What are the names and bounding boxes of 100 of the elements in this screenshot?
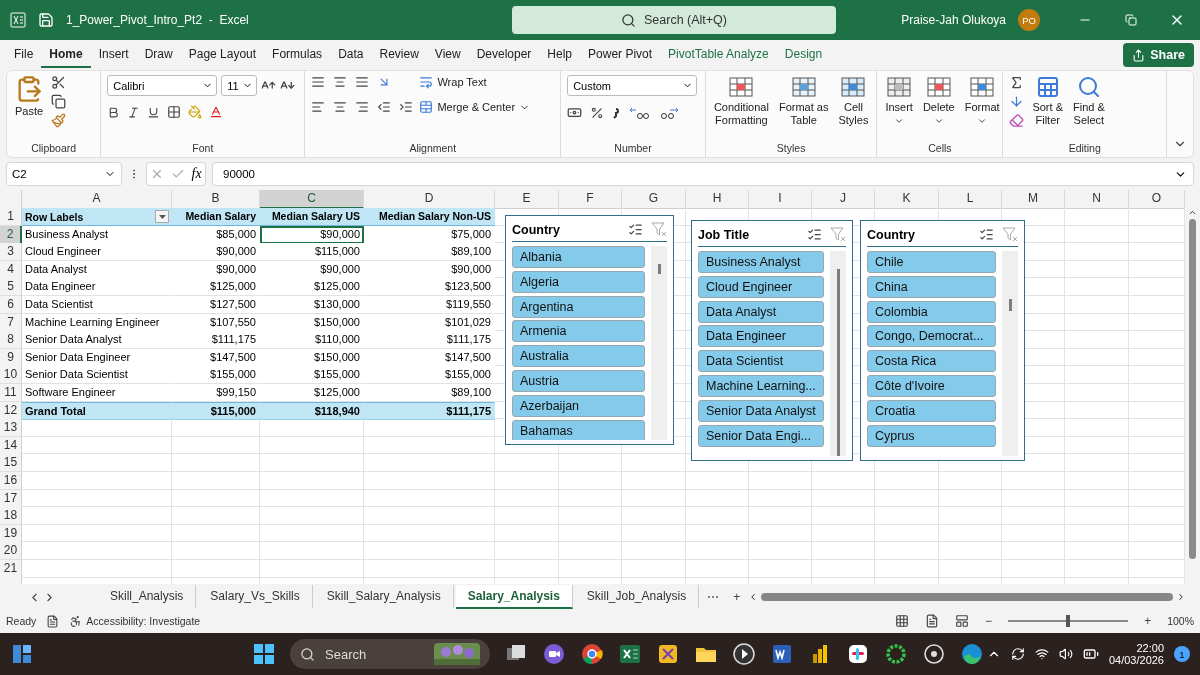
menu-tab[interactable]: PivotTable Analyze bbox=[660, 42, 777, 68]
menu-tab[interactable]: Formulas bbox=[264, 42, 331, 68]
borders-icon[interactable] bbox=[167, 105, 182, 119]
table-cell[interactable]: $155,000 bbox=[364, 366, 495, 385]
table-cell[interactable]: $89,100 bbox=[364, 243, 495, 262]
formula-field[interactable]: 90000 bbox=[212, 162, 1194, 186]
chat-app-icon[interactable] bbox=[846, 642, 870, 666]
merge-center-button[interactable]: Merge & Center bbox=[419, 100, 531, 114]
video-call-icon[interactable] bbox=[542, 642, 566, 666]
sheet-tab[interactable]: Salary_Vs_Skills bbox=[198, 585, 313, 609]
slicer-item[interactable]: Bahamas bbox=[512, 419, 645, 440]
align-bottom-icon[interactable] bbox=[355, 75, 370, 89]
slicer-item[interactable]: Australia bbox=[512, 345, 645, 368]
multi-select-icon[interactable] bbox=[628, 222, 643, 237]
browser-icon[interactable] bbox=[580, 642, 604, 666]
percent-icon[interactable] bbox=[590, 105, 605, 120]
table-cell[interactable]: $90,000 bbox=[172, 243, 260, 262]
sheet-tab[interactable]: Skill_Salary_Analysis bbox=[314, 585, 454, 609]
row-header[interactable]: 20 bbox=[0, 542, 22, 561]
battery-icon[interactable] bbox=[1082, 646, 1099, 662]
cells-button[interactable]: Delete bbox=[920, 75, 957, 126]
table-cell[interactable]: $123,500 bbox=[364, 278, 495, 297]
font-name-field[interactable]: Calibri bbox=[107, 75, 218, 96]
save-icon[interactable] bbox=[38, 12, 54, 28]
menu-tab[interactable]: Help bbox=[539, 42, 581, 68]
bold-icon[interactable] bbox=[107, 105, 121, 119]
wifi-icon[interactable] bbox=[1034, 647, 1049, 661]
multi-select-icon[interactable] bbox=[807, 227, 822, 242]
cut-icon[interactable] bbox=[51, 75, 67, 90]
slicer-item[interactable]: Albania bbox=[512, 246, 645, 268]
align-center-icon[interactable] bbox=[333, 100, 348, 114]
menu-tab[interactable]: Data bbox=[330, 42, 372, 68]
table-cell[interactable]: $125,000 bbox=[172, 278, 260, 297]
zoom-in-button[interactable]: + bbox=[1138, 614, 1158, 628]
slicer-item[interactable]: Argentina bbox=[512, 295, 645, 318]
row-header[interactable]: 5 bbox=[0, 278, 22, 297]
insert-function-button[interactable]: fx bbox=[191, 166, 202, 182]
circle-app-icon[interactable] bbox=[922, 642, 946, 666]
menu-tab[interactable]: Developer bbox=[468, 42, 540, 68]
row-header[interactable]: 8 bbox=[0, 331, 22, 350]
slicer-item[interactable]: Machine Learning... bbox=[698, 375, 824, 397]
slicer-item[interactable]: Costa Rica bbox=[867, 350, 996, 373]
row-header[interactable]: 10 bbox=[0, 366, 22, 385]
increase-decimal-icon[interactable] bbox=[628, 105, 651, 120]
fill-color-icon[interactable] bbox=[188, 105, 203, 119]
widgets-icon[interactable] bbox=[10, 642, 34, 666]
cells-button[interactable]: Insert bbox=[883, 75, 915, 126]
table-cell[interactable]: $125,000 bbox=[260, 278, 364, 297]
play-icon[interactable] bbox=[732, 642, 756, 666]
sheet-tab[interactable]: Skill_Analysis bbox=[98, 585, 197, 609]
notification-badge[interactable]: 1 bbox=[1174, 646, 1190, 662]
cell-styles-icon[interactable] bbox=[840, 75, 867, 99]
table-cell[interactable]: $115,000 bbox=[260, 243, 364, 262]
document-app-icon[interactable] bbox=[770, 642, 794, 666]
slicer-item[interactable]: Algeria bbox=[512, 270, 645, 293]
number-format-field[interactable]: Custom bbox=[567, 75, 698, 96]
excel-icon[interactable] bbox=[10, 12, 26, 28]
page-layout-icon[interactable] bbox=[925, 614, 940, 628]
table-icon[interactable] bbox=[790, 75, 817, 99]
slicer-item[interactable]: Austria bbox=[512, 370, 645, 392]
clear-icon[interactable] bbox=[1009, 113, 1025, 128]
menu-tab[interactable]: Draw bbox=[136, 42, 181, 68]
slider-thumb[interactable] bbox=[1066, 615, 1071, 627]
table-cell[interactable]: $110,000 bbox=[260, 331, 364, 350]
accessibility-status[interactable]: Accessibility: Investigate bbox=[86, 615, 201, 627]
filter-dropdown-icon[interactable] bbox=[155, 210, 169, 223]
sheet-tab[interactable]: Salary_Analysis bbox=[455, 585, 573, 609]
cells-button[interactable]: Format bbox=[962, 75, 1002, 126]
slicer-item[interactable]: Data Scientist bbox=[698, 350, 824, 373]
scrollbar[interactable] bbox=[748, 590, 1186, 604]
fill-icon[interactable] bbox=[1009, 94, 1025, 109]
wrap-text-button[interactable]: Wrap Text bbox=[419, 75, 531, 89]
normal-view-icon[interactable] bbox=[895, 614, 910, 628]
font-color-icon[interactable] bbox=[209, 105, 224, 119]
menu-tab[interactable]: Insert bbox=[90, 42, 137, 68]
slicer-item[interactable]: Senior Data Engi... bbox=[698, 424, 824, 447]
align-middle-icon[interactable] bbox=[333, 75, 348, 89]
slicer-item[interactable]: Côte d'Ivoire bbox=[867, 375, 996, 397]
style-button[interactable]: Cell Styles bbox=[836, 75, 871, 127]
row-header[interactable]: 15 bbox=[0, 454, 22, 473]
format-cells-icon[interactable] bbox=[969, 75, 996, 99]
slicer-item[interactable]: Cloud Engineer bbox=[698, 275, 824, 298]
row-header[interactable]: 13 bbox=[0, 419, 22, 438]
style-button[interactable]: Format as Table bbox=[776, 75, 831, 127]
menu-tab[interactable]: Page Layout bbox=[180, 42, 265, 68]
underline-icon[interactable] bbox=[147, 105, 161, 119]
table-cell[interactable]: $111,175 bbox=[172, 331, 260, 350]
menu-tab[interactable]: View bbox=[426, 42, 469, 68]
table-cell[interactable]: $111,175 bbox=[364, 331, 495, 350]
menu-tab[interactable]: Design bbox=[776, 42, 831, 68]
delete-cells-icon[interactable] bbox=[925, 75, 952, 99]
zoom-out-button[interactable]: − bbox=[979, 614, 999, 628]
tools-icon[interactable] bbox=[656, 642, 680, 666]
menu-tab[interactable]: File bbox=[6, 42, 42, 68]
menu-tab[interactable]: Power Pivot bbox=[580, 42, 661, 68]
edge-browser-icon[interactable] bbox=[960, 642, 984, 666]
slicer-item[interactable]: Business Analyst bbox=[698, 251, 824, 273]
accounting-format-icon[interactable] bbox=[567, 105, 583, 120]
menu-tab[interactable]: Review bbox=[371, 42, 427, 68]
decrease-indent-icon[interactable] bbox=[377, 100, 392, 114]
